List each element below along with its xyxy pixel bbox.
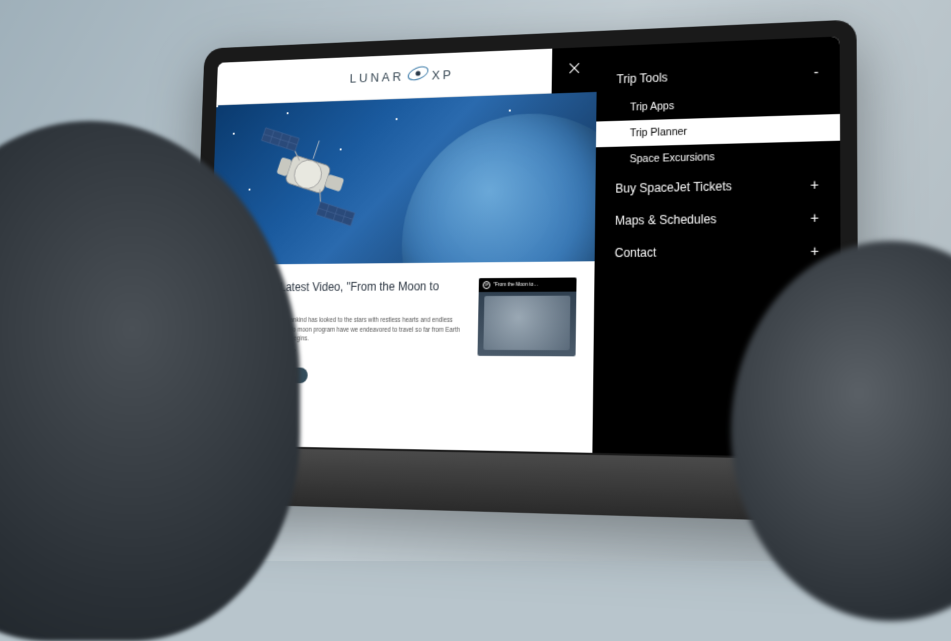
hero-earth xyxy=(399,110,597,265)
brand-wordmark-left: LUNAR xyxy=(350,69,405,85)
menu-item-label: Buy SpaceJet Tickets xyxy=(615,179,732,196)
expand-icon: + xyxy=(810,209,819,226)
close-menu-button[interactable] xyxy=(552,47,598,94)
video-thumb-brand-icon: XP xyxy=(483,281,491,289)
close-icon xyxy=(566,60,582,81)
menu-item-label: Trip Tools xyxy=(616,70,667,86)
brand-mark-icon xyxy=(405,60,430,91)
menu-maps-schedules[interactable]: Maps & Schedules + xyxy=(595,201,841,237)
video-thumb-titlebar: XP "From the Moon to… xyxy=(479,278,577,293)
menu-contact[interactable]: Contact + xyxy=(595,234,841,269)
menu-buy-spacejet-tickets[interactable]: Buy SpaceJet Tickets + xyxy=(595,168,840,206)
expand-icon: + xyxy=(810,176,819,193)
menu-sub-label: Trip Planner xyxy=(630,126,687,140)
video-thumb-label: "From the Moon to… xyxy=(493,282,538,288)
menu-sub-label: Space Excursions xyxy=(630,151,715,165)
video-thumbnail[interactable]: XP "From the Moon to… xyxy=(477,278,576,357)
menu-item-label: Maps & Schedules xyxy=(615,212,717,228)
hero-spacecraft xyxy=(240,121,379,243)
collapse-icon: - xyxy=(814,64,819,80)
brand-wordmark-right: XP xyxy=(432,67,454,82)
brand-logo[interactable]: LUNAR XP xyxy=(349,59,454,93)
expand-icon: + xyxy=(810,242,819,259)
hero-image xyxy=(211,92,597,265)
menu-item-label: Contact xyxy=(615,245,657,260)
menu-sub-label: Trip Apps xyxy=(630,100,674,113)
video-thumb-preview xyxy=(483,296,570,351)
